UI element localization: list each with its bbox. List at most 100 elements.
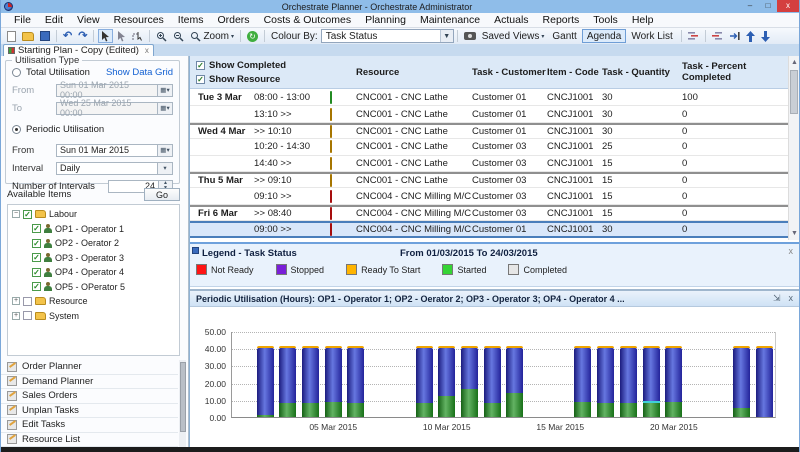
scroll-down-icon[interactable]: ▼ — [789, 228, 799, 239]
tree-node-resource[interactable]: +Resource — [8, 294, 179, 309]
save-icon[interactable] — [38, 29, 52, 43]
redo-icon[interactable]: ↷ — [76, 29, 89, 43]
periodic-from-input[interactable]: Sun 01 Mar 2015 — [56, 144, 158, 157]
show-data-grid-link[interactable]: Show Data Grid — [106, 67, 173, 78]
interval-select[interactable]: Daily — [56, 162, 158, 175]
column-header-resource[interactable]: Resource — [356, 67, 472, 78]
calendar-dropdown-icon[interactable]: ▦▾ — [158, 144, 173, 157]
close-button[interactable]: x — [777, 0, 799, 12]
chart-close-icon[interactable]: x — [789, 293, 794, 304]
menu-item-reports[interactable]: Reports — [536, 14, 587, 26]
chevron-down-icon[interactable]: ▾ — [158, 162, 173, 175]
column-header-item-code[interactable]: Item - Code — [547, 67, 602, 78]
move-to-icon[interactable] — [727, 29, 742, 43]
undo-icon[interactable]: ↶ — [61, 29, 74, 43]
collapse-icon[interactable]: − — [12, 210, 20, 218]
tree-checkbox[interactable]: ✓ — [32, 239, 41, 248]
scrollbar-thumb[interactable] — [180, 362, 186, 432]
menu-item-planning[interactable]: Planning — [358, 14, 413, 26]
gantt-button[interactable]: Gantt — [547, 29, 581, 43]
total-utilisation-radio[interactable] — [12, 68, 21, 77]
scrollbar-thumb[interactable] — [790, 70, 798, 114]
move-up-icon[interactable] — [744, 29, 757, 43]
sidebar-item-resource-list[interactable]: Resource List — [1, 433, 178, 448]
zoom-dropdown[interactable]: Zoom ▾ — [188, 29, 236, 43]
move-down-icon[interactable] — [759, 29, 772, 43]
legend-close-icon[interactable]: x — [789, 246, 794, 256]
chevron-down-icon[interactable]: ▼ — [440, 30, 453, 42]
refresh-icon[interactable]: ↻ — [245, 29, 260, 43]
periodic-utilisation-radio[interactable] — [12, 125, 21, 134]
sidebar-item-demand-planner[interactable]: Demand Planner — [1, 375, 178, 390]
menu-item-file[interactable]: File — [7, 14, 38, 26]
lasso-select-icon[interactable] — [130, 29, 145, 43]
tree-checkbox[interactable]: ✓ — [32, 253, 41, 262]
scroll-up-icon[interactable]: ▲ — [789, 57, 799, 68]
show-resource-option[interactable]: ✓ Show Resource — [196, 72, 356, 86]
menu-item-help[interactable]: Help — [625, 14, 661, 26]
saved-views-button[interactable]: Saved Views ▾ — [480, 29, 547, 43]
indent-tasks-icon[interactable] — [686, 29, 701, 43]
expand-icon[interactable]: + — [12, 297, 20, 305]
sidebar-item-edit-tasks[interactable]: Edit Tasks — [1, 418, 178, 433]
tree-leaf-op2[interactable]: ✓OP2 - Oerator 2 — [8, 236, 179, 251]
work-list-button[interactable]: Work List — [626, 29, 678, 43]
column-header-task-customer[interactable]: Task - Customer — [472, 67, 547, 78]
calendar-dropdown-icon[interactable]: ▦▾ — [158, 102, 173, 115]
column-header-task-quantity[interactable]: Task - Quantity — [602, 67, 682, 78]
go-button[interactable]: Go — [144, 188, 180, 201]
expand-icon[interactable]: + — [12, 312, 20, 320]
maximize-button[interactable]: □ — [759, 0, 777, 12]
sidebar-item-unplan-tasks[interactable]: Unplan Tasks — [1, 404, 178, 419]
tree-leaf-op4[interactable]: ✓OP4 - Operator 4 — [8, 265, 179, 280]
checkbox-checked-icon[interactable]: ✓ — [196, 61, 205, 70]
menu-item-orders[interactable]: Orders — [210, 14, 256, 26]
tree-leaf-op5[interactable]: ✓OP5 - OPerator 5 — [8, 280, 179, 295]
checkbox-checked-icon[interactable]: ✓ — [196, 75, 205, 84]
table-row[interactable]: 14:40 >>CNC001 - CNC LatheCustomer 03CNC… — [190, 156, 788, 172]
menu-item-view[interactable]: View — [70, 14, 107, 26]
tree-checkbox[interactable]: ✓ — [32, 282, 41, 291]
tree-node-labour[interactable]: −✓Labour — [8, 207, 179, 222]
tab-close-icon[interactable]: x — [145, 46, 149, 55]
sidebar-item-order-planner[interactable]: Order Planner — [1, 360, 178, 375]
sidebar-scrollbar[interactable] — [179, 360, 186, 447]
tree-checkbox[interactable] — [23, 297, 32, 306]
sidebar-item-sales-orders[interactable]: Sales Orders — [1, 389, 178, 404]
table-row[interactable]: Tue 3 Mar08:00 - 13:00CNC001 - CNC Lathe… — [190, 90, 788, 106]
select-cursor-icon[interactable] — [98, 29, 113, 43]
expand-panel-icon[interactable]: ⇲ — [773, 293, 781, 304]
total-from-input[interactable]: Sun 01 Mar 2015 00:00 — [56, 84, 158, 97]
agenda-scrollbar[interactable]: ▲ ▼ — [788, 56, 799, 240]
column-header-task-percent[interactable]: Task - Percent Completed — [682, 61, 788, 83]
open-icon[interactable] — [20, 29, 36, 43]
menu-item-resources[interactable]: Resources — [107, 14, 171, 26]
total-to-input[interactable]: Wed 25 Mar 2015 00:00 — [56, 102, 158, 115]
multi-select-icon[interactable] — [115, 29, 128, 43]
show-completed-option[interactable]: ✓ Show Completed — [196, 58, 356, 72]
menu-item-edit[interactable]: Edit — [38, 14, 70, 26]
zoom-out-icon[interactable] — [171, 29, 186, 43]
table-row[interactable]: 09:00 >>CNC004 - CNC Milling M/CCustomer… — [190, 221, 788, 237]
tree-checkbox[interactable] — [23, 311, 32, 320]
tree-node-system[interactable]: +System — [8, 309, 179, 324]
table-row[interactable]: 13:10 >>CNC001 - CNC LatheCustomer 01CNC… — [190, 106, 788, 122]
calendar-dropdown-icon[interactable]: ▦▾ — [158, 84, 173, 97]
camera-icon[interactable] — [462, 29, 478, 43]
table-row[interactable]: Fri 6 Mar>> 08:40CNC004 - CNC Milling M/… — [190, 205, 788, 221]
table-row[interactable]: Wed 4 Mar>> 10:10CNC001 - CNC LatheCusto… — [190, 123, 788, 139]
tree-checkbox[interactable]: ✓ — [23, 210, 32, 219]
outdent-tasks-icon[interactable] — [710, 29, 725, 43]
tree-checkbox[interactable]: ✓ — [32, 224, 41, 233]
agenda-button[interactable]: Agenda — [582, 29, 626, 43]
new-icon[interactable] — [5, 29, 18, 43]
table-row[interactable]: 10:20 - 14:30CNC001 - CNC LatheCustomer … — [190, 139, 788, 155]
tree-leaf-op1[interactable]: ✓OP1 - Operator 1 — [8, 222, 179, 237]
menu-item-tools[interactable]: Tools — [586, 14, 625, 26]
colour-by-select[interactable]: Task Status ▼ — [321, 29, 454, 43]
menu-item-costs-outcomes[interactable]: Costs & Outcomes — [257, 14, 359, 26]
menu-item-maintenance[interactable]: Maintenance — [413, 14, 487, 26]
zoom-in-icon[interactable] — [154, 29, 169, 43]
table-row[interactable]: Thu 5 Mar>> 09:10CNC001 - CNC LatheCusto… — [190, 172, 788, 188]
menu-item-items[interactable]: Items — [171, 14, 211, 26]
